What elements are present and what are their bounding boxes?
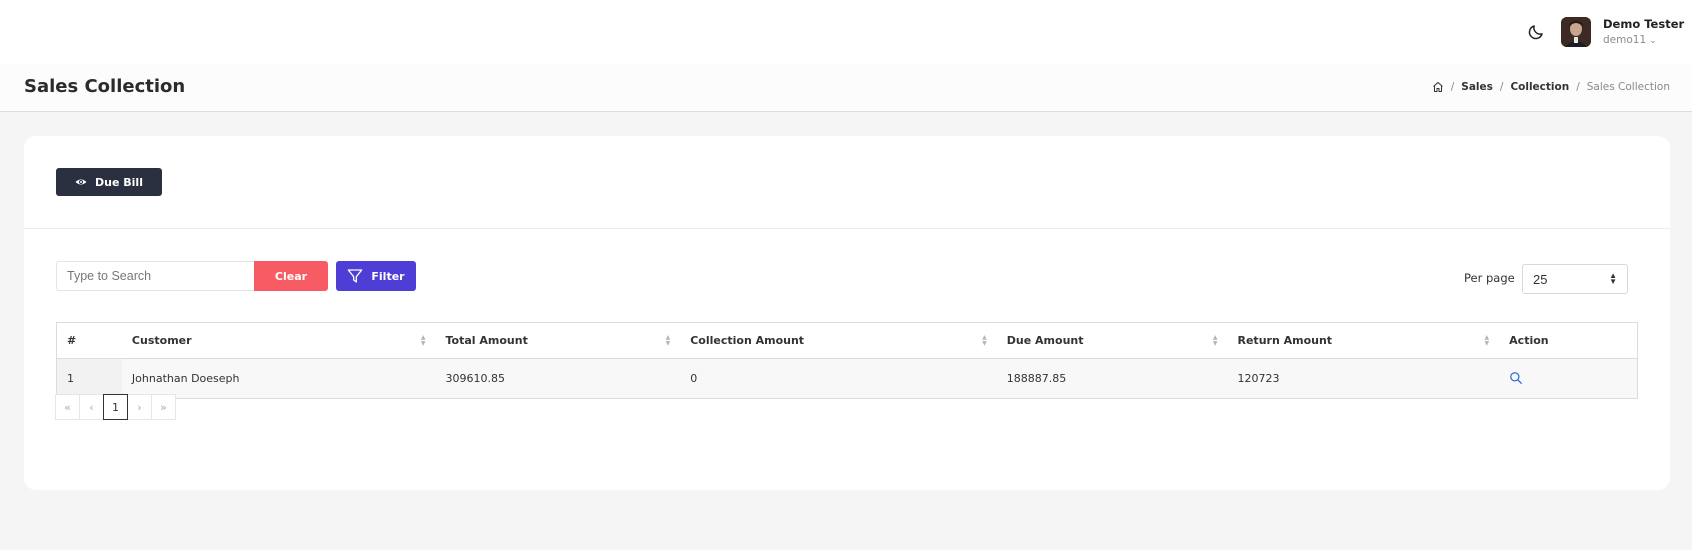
cell-action [1499,358,1637,398]
search-input[interactable] [56,261,254,291]
per-page-label: Per page [1464,271,1515,285]
user-handle-text: demo11 [1603,34,1647,46]
page-prev-button[interactable]: ‹ [79,394,104,420]
top-navbar: Demo Tester demo11 ⌄ [0,0,1692,64]
cell-total-amount: 309610.85 [435,358,681,398]
cell-collection-amount: 0 [680,358,997,398]
breadcrumb: / Sales / Collection / Sales Collection [1432,81,1670,93]
sort-icon[interactable]: ▲ ▼ [1213,335,1218,347]
column-label: # [67,333,77,347]
breadcrumb-sales[interactable]: Sales [1461,81,1493,93]
column-label: Collection Amount [690,333,805,347]
page-title: Sales Collection [24,76,186,97]
breadcrumb-separator: / [1576,81,1580,93]
column-header-index: # [57,323,122,359]
page-last-button[interactable]: » [151,394,176,420]
column-header-return-amount[interactable]: Return Amount ▲ ▼ [1227,323,1500,359]
page-first-button[interactable]: « [55,394,80,420]
cell-due-amount: 188887.85 [996,358,1228,398]
breadcrumb-collection[interactable]: Collection [1510,81,1569,93]
column-label: Due Amount [1006,333,1084,347]
table-row: 1 Johnathan Doeseph 309610.85 0 188887.8… [57,358,1637,398]
page-next-button[interactable]: › [127,394,152,420]
cell-index: 1 [57,358,122,398]
collection-table: # Customer ▲ ▼ Total Amount ▲ ▼ Collection A… [56,322,1638,399]
chevron-down-icon: ⌄ [1649,36,1657,46]
column-label: Total Amount [445,333,528,347]
user-handle[interactable]: demo11 ⌄ [1603,34,1657,46]
due-bill-label: Due Bill [95,175,143,189]
filter-button[interactable]: Filter [336,261,416,291]
breadcrumb-separator: / [1499,81,1504,93]
avatar[interactable] [1561,17,1591,47]
sort-icon[interactable]: ▲ ▼ [1485,335,1490,347]
cell-return-amount: 120723 [1227,358,1500,398]
filter-icon [348,269,363,283]
filter-label: Filter [371,269,405,283]
per-page-value: 25 [1533,271,1548,287]
user-name[interactable]: Demo Tester [1603,17,1684,31]
eye-icon [75,179,87,185]
divider [24,228,1670,229]
sort-updown-icon: ▲ ▼ [1609,271,1617,286]
column-header-collection-amount[interactable]: Collection Amount ▲ ▼ [680,323,997,359]
home-icon[interactable] [1432,81,1444,93]
content-card: Due Bill Clear Filter Per page 25 ▲▼ [24,136,1670,490]
column-label: Action [1509,333,1549,347]
column-header-due-amount[interactable]: Due Amount ▲ ▼ [996,323,1228,359]
column-header-total-amount[interactable]: Total Amount ▲ ▼ [435,323,681,359]
moon-icon[interactable] [1527,23,1545,41]
per-page-select[interactable]: 25 ▲ ▼ [1522,264,1628,294]
table-header-row: # Customer ▲ ▼ Total Amount ▲ ▼ Collection A… [57,323,1637,359]
clear-button[interactable]: Clear [254,261,328,291]
sort-icon[interactable]: ▲ ▼ [982,335,987,347]
column-header-customer[interactable]: Customer ▲ ▼ [121,323,436,359]
sort-icon[interactable]: ▲ ▼ [666,335,671,347]
breadcrumb-separator: / [1450,81,1455,93]
column-label: Return Amount [1237,333,1333,347]
pagination: « ‹ 1 › » [55,394,176,420]
search-icon[interactable] [1509,371,1523,385]
page-number-button[interactable]: 1 [103,394,128,420]
sort-icon[interactable]: ▲ ▼ [421,335,426,347]
column-label: Customer [131,333,192,347]
page-header: Sales Collection / Sales / Collection / … [0,64,1692,112]
breadcrumb-current: Sales Collection [1586,81,1670,93]
cell-customer: Johnathan Doeseph [121,358,436,398]
due-bill-button[interactable]: Due Bill [56,168,162,196]
column-header-action: Action [1499,323,1637,359]
